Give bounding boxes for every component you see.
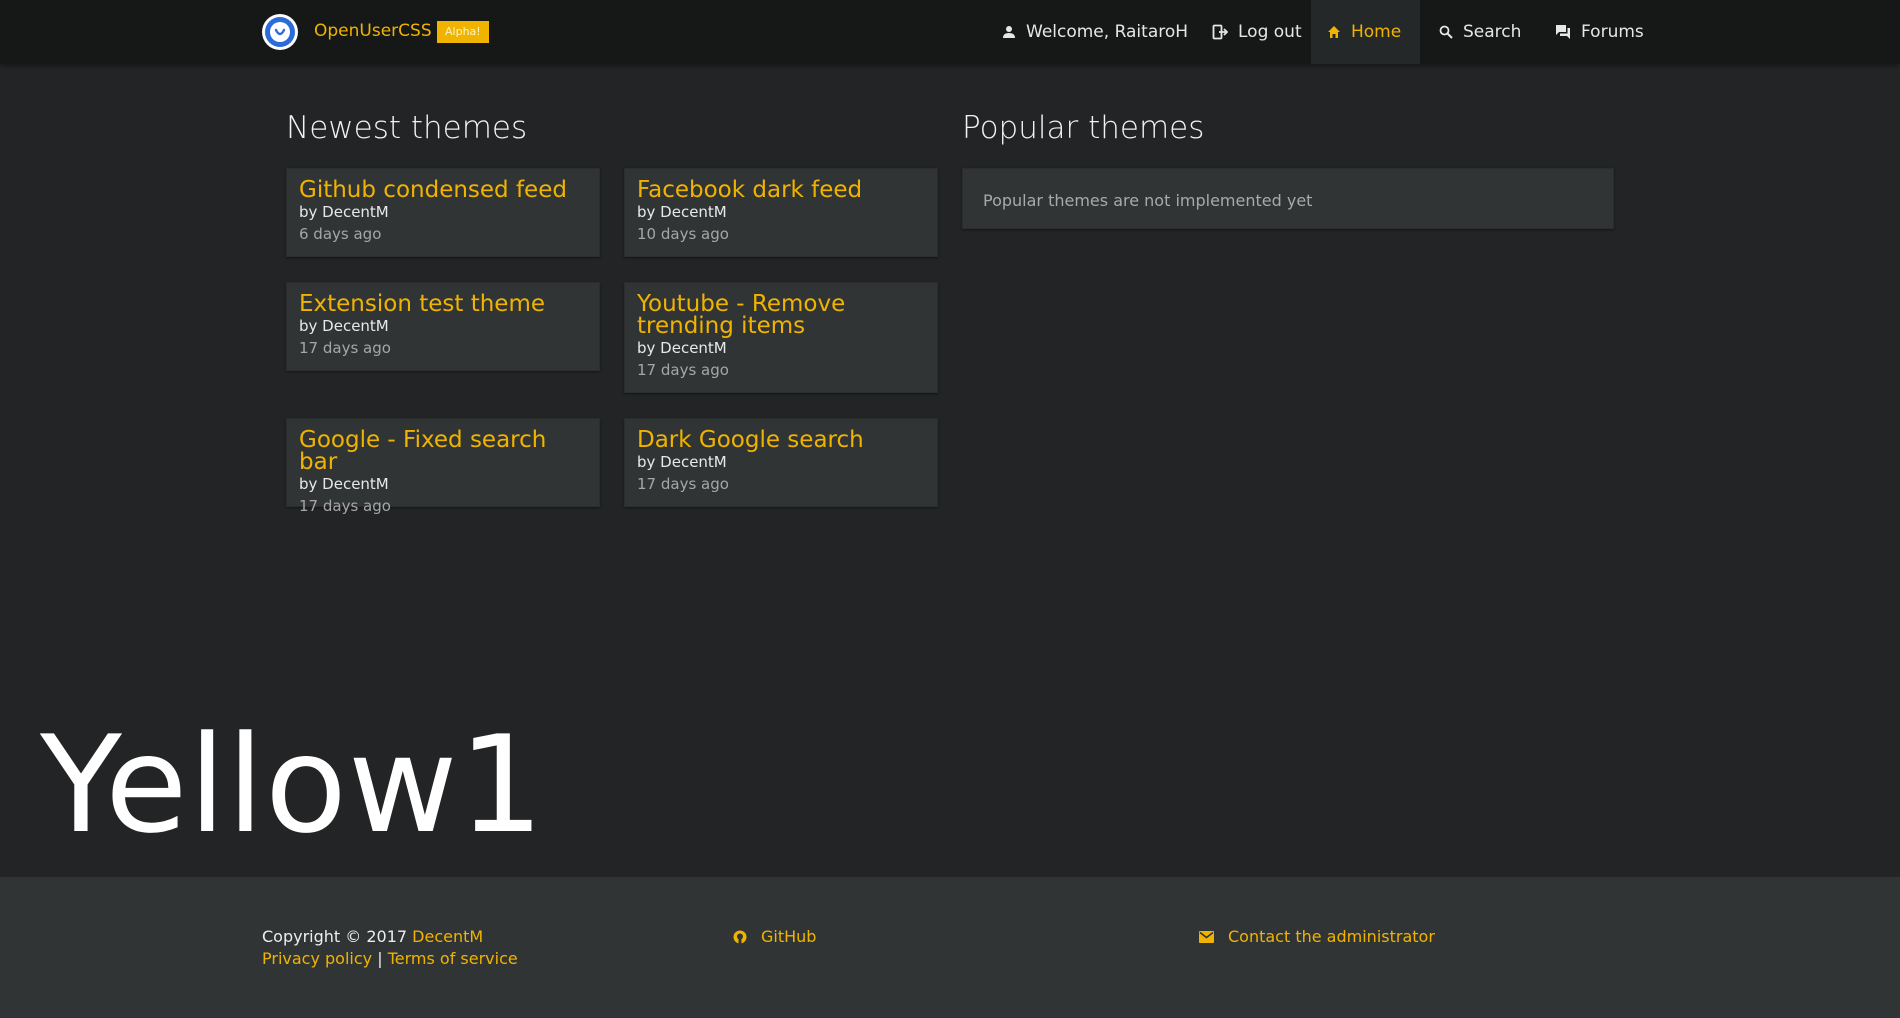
theme-date: 17 days ago <box>637 361 729 379</box>
theme-author: by DecentM <box>299 317 389 335</box>
theme-author: by DecentM <box>637 203 727 221</box>
theme-author: by DecentM <box>299 203 389 221</box>
popular-themes-notice: Popular themes are not implemented yet <box>962 168 1614 229</box>
home-icon <box>1328 26 1340 38</box>
forum-icon <box>1556 25 1570 39</box>
nav-home[interactable]: Home <box>1311 0 1420 64</box>
footer-copyright: Copyright © 2017 DecentM <box>262 926 483 948</box>
nav-welcome-label: Welcome, RaitaroH <box>1026 22 1189 42</box>
nav-logout[interactable]: Log out <box>1196 0 1318 64</box>
theme-title: Google - Fixed search bar <box>299 427 547 475</box>
newest-themes-heading: Newest themes <box>286 110 528 146</box>
brand-name-link[interactable]: OpenUserCSS <box>314 20 432 42</box>
watermark-text: Yellow1 <box>40 707 545 863</box>
theme-card[interactable]: Youtube - Remove trending items by Decen… <box>624 282 938 393</box>
nav-search-label: Search <box>1463 22 1522 42</box>
nav-search[interactable]: Search <box>1423 0 1537 64</box>
logout-icon <box>1212 24 1228 40</box>
nav-home-label: Home <box>1351 22 1402 42</box>
theme-card[interactable]: Facebook dark feed by DecentM 10 days ag… <box>624 168 938 257</box>
theme-date: 10 days ago <box>637 225 729 243</box>
top-navbar: OpenUserCSS Alpha! Welcome, RaitaroH Log… <box>0 0 1900 64</box>
author-link[interactable]: DecentM <box>412 927 483 946</box>
copyright-text: Copyright © 2017 <box>262 927 408 946</box>
theme-author: by DecentM <box>637 453 727 471</box>
footer-legal-links: Privacy policy | Terms of service <box>262 948 518 970</box>
mail-icon <box>1199 931 1214 943</box>
privacy-policy-link[interactable]: Privacy policy <box>262 949 372 968</box>
theme-title: Youtube - Remove trending items <box>637 291 846 339</box>
nav-logout-label: Log out <box>1238 22 1302 42</box>
theme-title: Extension test theme <box>299 291 546 317</box>
openusercss-logo-icon[interactable] <box>262 14 298 50</box>
theme-card[interactable]: Dark Google search by DecentM 17 days ag… <box>624 418 938 507</box>
footer: Copyright © 2017 DecentM Privacy policy … <box>0 877 1900 1018</box>
theme-card[interactable]: Extension test theme by DecentM 17 days … <box>286 282 600 371</box>
github-label: GitHub <box>761 927 817 946</box>
nav-forums-label: Forums <box>1581 22 1644 42</box>
theme-date: 6 days ago <box>299 225 382 243</box>
nav-welcome-user[interactable]: Welcome, RaitaroH <box>986 0 1204 64</box>
terms-of-service-link[interactable]: Terms of service <box>388 949 518 968</box>
theme-card[interactable]: Google - Fixed search bar by DecentM 17 … <box>286 418 600 515</box>
theme-title: Facebook dark feed <box>637 177 863 203</box>
theme-card[interactable]: Github condensed feed by DecentM 6 days … <box>286 168 600 257</box>
search-icon <box>1439 25 1453 39</box>
theme-date: 17 days ago <box>637 475 729 493</box>
popular-themes-heading: Popular themes <box>962 110 1205 146</box>
github-link[interactable]: GitHub <box>733 926 816 948</box>
theme-date: 17 days ago <box>299 339 391 357</box>
theme-date: 17 days ago <box>299 497 391 515</box>
github-icon <box>733 930 747 944</box>
alpha-badge: Alpha! <box>437 21 489 43</box>
theme-author: by DecentM <box>637 339 727 357</box>
theme-title: Dark Google search <box>637 427 864 453</box>
person-icon <box>1003 26 1015 38</box>
theme-author: by DecentM <box>299 475 389 493</box>
contact-admin-link[interactable]: Contact the administrator <box>1199 926 1435 948</box>
link-separator: | <box>377 949 383 968</box>
nav-forums[interactable]: Forums <box>1539 0 1660 64</box>
contact-label: Contact the administrator <box>1228 927 1435 946</box>
theme-title: Github condensed feed <box>299 177 567 203</box>
